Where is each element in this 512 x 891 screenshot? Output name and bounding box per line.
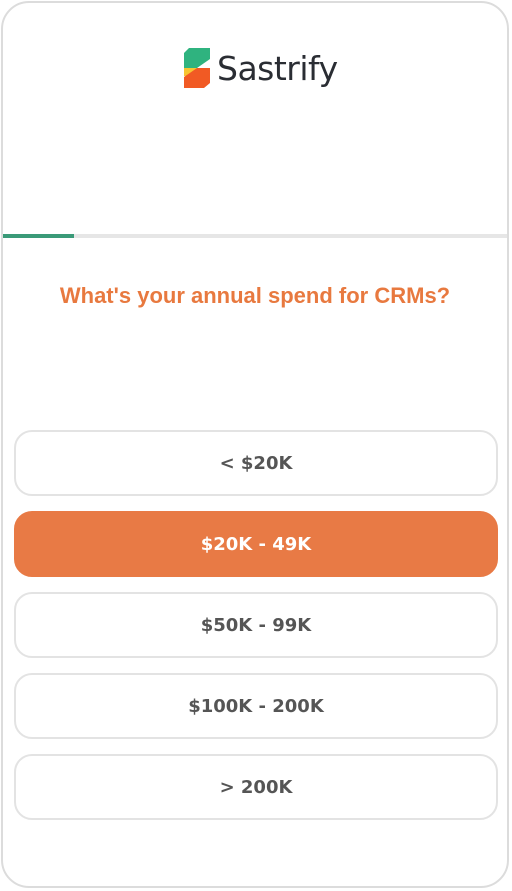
question-title: What's your annual spend for CRMs?: [59, 283, 451, 308]
answer-options: < $20K $20K - 49K $50K - 99K $100K - 200…: [14, 430, 498, 835]
sastrify-logo-icon: [184, 48, 210, 88]
option-over-200k[interactable]: > 200K: [14, 754, 498, 820]
progress-fill: [3, 234, 74, 238]
brand-name: Sastrify: [217, 48, 338, 88]
option-label: $20K - 49K: [200, 533, 312, 555]
option-20k-49k[interactable]: $20K - 49K: [14, 511, 498, 577]
option-label: $50K - 99K: [200, 614, 312, 636]
sastrify-logo: Sastrify: [181, 45, 338, 91]
option-label: < $20K: [219, 452, 293, 474]
option-label: $100K - 200K: [188, 695, 324, 717]
option-100k-200k[interactable]: $100K - 200K: [14, 673, 498, 739]
option-label: > 200K: [219, 776, 293, 798]
survey-card: Sastrify What's your annual spend for CR…: [1, 1, 509, 888]
progress-bar: [3, 234, 507, 238]
option-50k-99k[interactable]: $50K - 99K: [14, 592, 498, 658]
option-under-20k[interactable]: < $20K: [14, 430, 498, 496]
